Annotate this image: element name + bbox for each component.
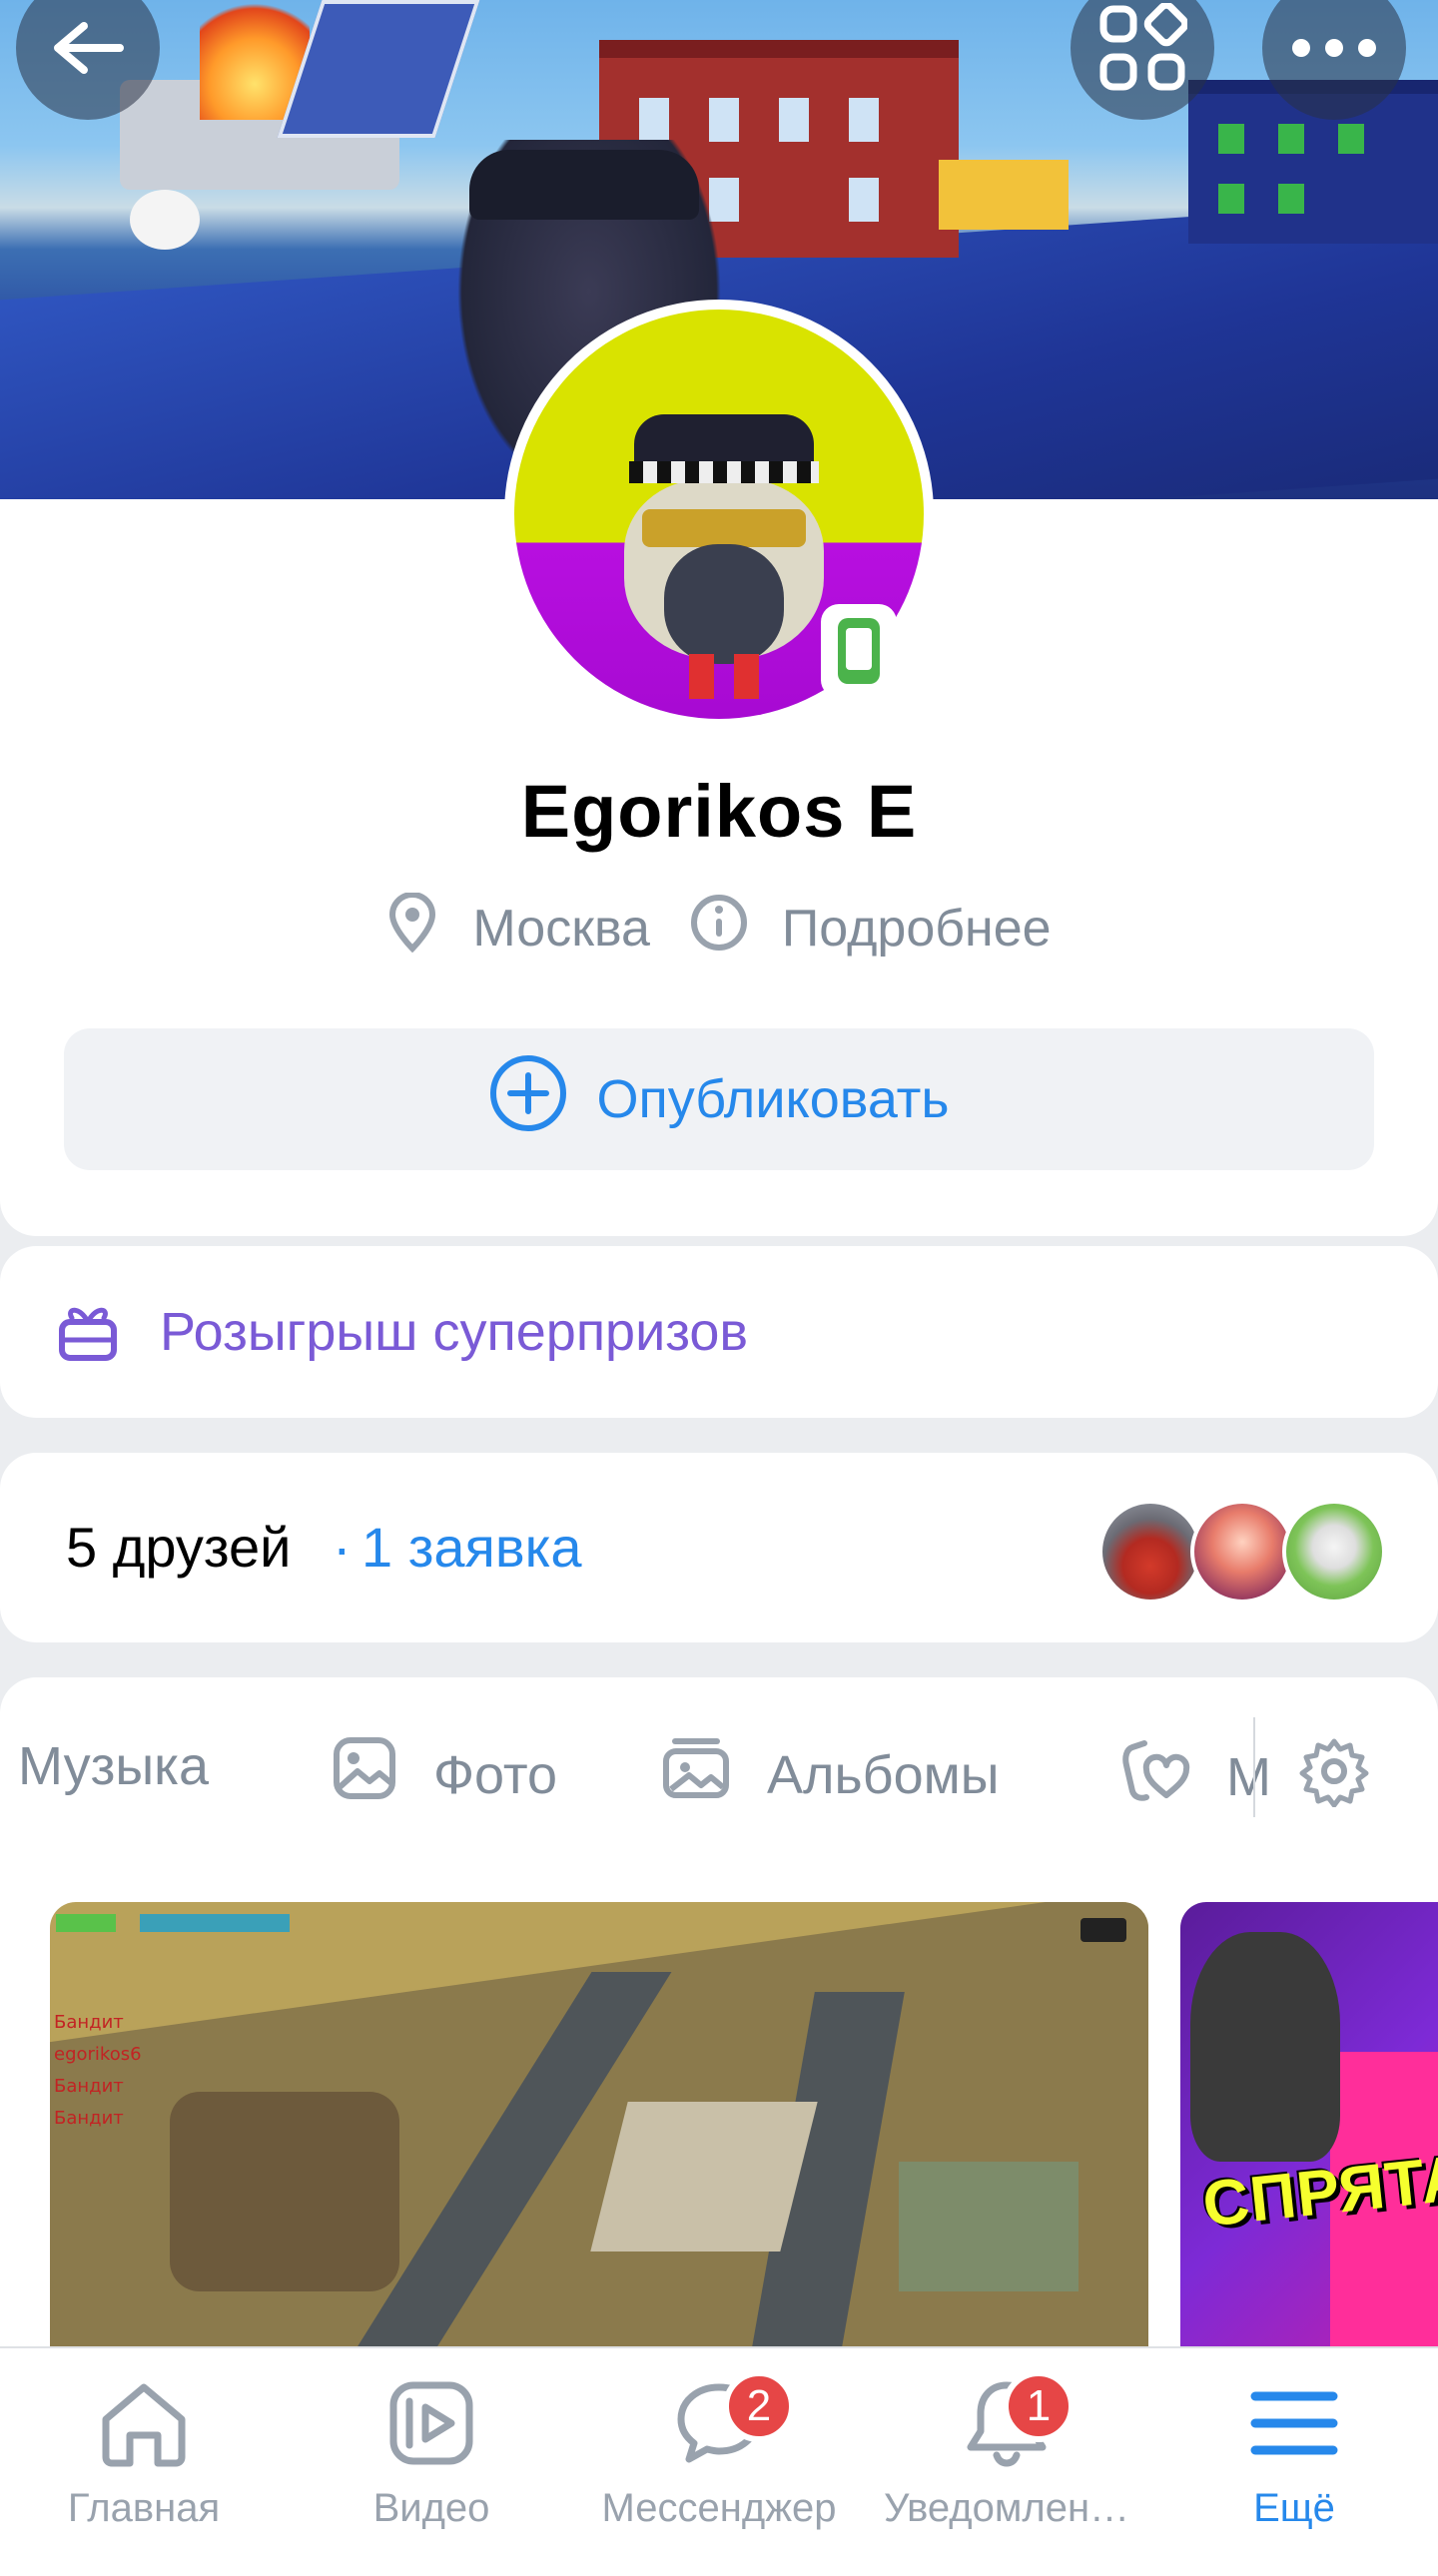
tab-photo[interactable]: Фото	[332, 1735, 557, 1814]
cover-chicken	[130, 190, 200, 250]
tab-music[interactable]: Музыка	[18, 1735, 209, 1797]
camera-icon	[1080, 1918, 1126, 1942]
avatar-gas-mask	[664, 544, 784, 664]
promo-banner[interactable]: Розыгрыш суперпризов	[0, 1246, 1438, 1418]
tab-photo-label: Фото	[433, 1744, 558, 1805]
player-name: egorikos6	[54, 2044, 142, 2065]
details-link[interactable]: Подробнее	[690, 894, 1052, 965]
tab-albums-label: Альбомы	[767, 1744, 1000, 1805]
tab-home-label: Главная	[67, 2486, 221, 2530]
cover-character-hat	[469, 150, 699, 220]
city-link[interactable]: Москва	[386, 891, 650, 966]
tab-music-label: Музыка	[18, 1736, 210, 1796]
arrow-left-icon	[48, 18, 128, 78]
media-settings-button[interactable]	[1298, 1735, 1370, 1820]
bottom-tab-bar: Главная Видео 2 Мессенджер 1 Уведомлен…	[0, 2346, 1438, 2559]
more-horizontal-icon	[1289, 36, 1379, 60]
tab-more-label: Ещё	[1253, 2486, 1335, 2530]
city-label: Москва	[472, 900, 650, 958]
tab-home[interactable]: Главная	[0, 2348, 288, 2559]
mobile-online-icon	[821, 604, 897, 698]
video-thumbnail[interactable]: Бандит egorikos6 Бандит Бандит	[50, 1902, 1148, 2361]
player-name: Бандит	[54, 2076, 124, 2097]
tab-albums[interactable]: Альбомы	[661, 1735, 1000, 1814]
publish-button[interactable]: Опубликовать	[64, 1028, 1374, 1170]
player-name: Бандит	[54, 2012, 124, 2033]
messenger-badge: 2	[723, 2370, 795, 2442]
tab-wishlist-label: М	[1226, 1746, 1271, 1807]
gift-icon	[0, 1296, 160, 1369]
friends-block[interactable]: 5 друзей · 1 заявка	[0, 1453, 1438, 1642]
tab-more[interactable]: Ещё	[1150, 2348, 1438, 2559]
friend-avatar[interactable]	[1282, 1500, 1386, 1604]
plus-circle-icon	[488, 1053, 596, 1146]
location-pin-icon	[386, 891, 472, 966]
friend-requests-link[interactable]: 1 заявка	[361, 1515, 581, 1580]
map-building	[899, 2162, 1078, 2291]
tabs-divider	[1253, 1717, 1255, 1817]
tab-wishlist[interactable]: М	[1120, 1735, 1271, 1818]
map-dirt-area	[170, 2092, 399, 2291]
friend-avatar[interactable]	[1098, 1500, 1202, 1604]
avatar-legs	[689, 654, 759, 699]
tab-video-label: Видео	[372, 2486, 490, 2530]
albums-icon	[661, 1735, 767, 1814]
menu-icon	[1249, 2388, 1339, 2463]
photo-icon	[332, 1735, 433, 1814]
thumb-zombie-hand	[1190, 1932, 1340, 2162]
tab-video[interactable]: Видео	[288, 2348, 575, 2559]
hud-health-bar	[56, 1914, 116, 1932]
home-icon	[96, 2377, 192, 2474]
profile-meta-row: Москва Подробнее	[0, 891, 1438, 966]
tab-notifications-label: Уведомлен…	[883, 2486, 1130, 2530]
friend-avatar[interactable]	[1190, 1500, 1294, 1604]
avatar-hat-band	[629, 461, 819, 483]
promo-label: Розыгрыш суперпризов	[160, 1302, 749, 1362]
profile-name: Egorikos E	[520, 770, 918, 853]
notifications-badge: 1	[1003, 2370, 1075, 2442]
friends-separator: ·	[333, 1516, 352, 1579]
cover-yellow-building	[939, 160, 1069, 230]
publish-label: Опубликовать	[596, 1069, 950, 1129]
player-name: Бандит	[54, 2108, 124, 2129]
gear-icon	[1298, 1738, 1370, 1819]
details-label: Подробнее	[781, 900, 1052, 958]
tab-messenger[interactable]: 2 Мессенджер	[575, 2348, 863, 2559]
tab-messenger-label: Мессенджер	[601, 2486, 837, 2530]
hud-armor-bar	[140, 1914, 290, 1932]
tab-notifications[interactable]: 1 Уведомлен…	[863, 2348, 1150, 2559]
info-icon	[690, 894, 782, 965]
avatar-glasses	[642, 509, 806, 547]
media-tabs: Музыка Фото Альбомы М	[0, 1677, 1438, 1857]
wishlist-icon	[1120, 1735, 1226, 1818]
services-grid-icon	[1097, 3, 1187, 93]
video-thumbnail[interactable]: СПРЯТАТ	[1180, 1902, 1438, 2361]
video-icon	[385, 2377, 477, 2474]
map-building	[590, 2102, 818, 2252]
friends-count[interactable]: 5 друзей	[66, 1515, 291, 1580]
